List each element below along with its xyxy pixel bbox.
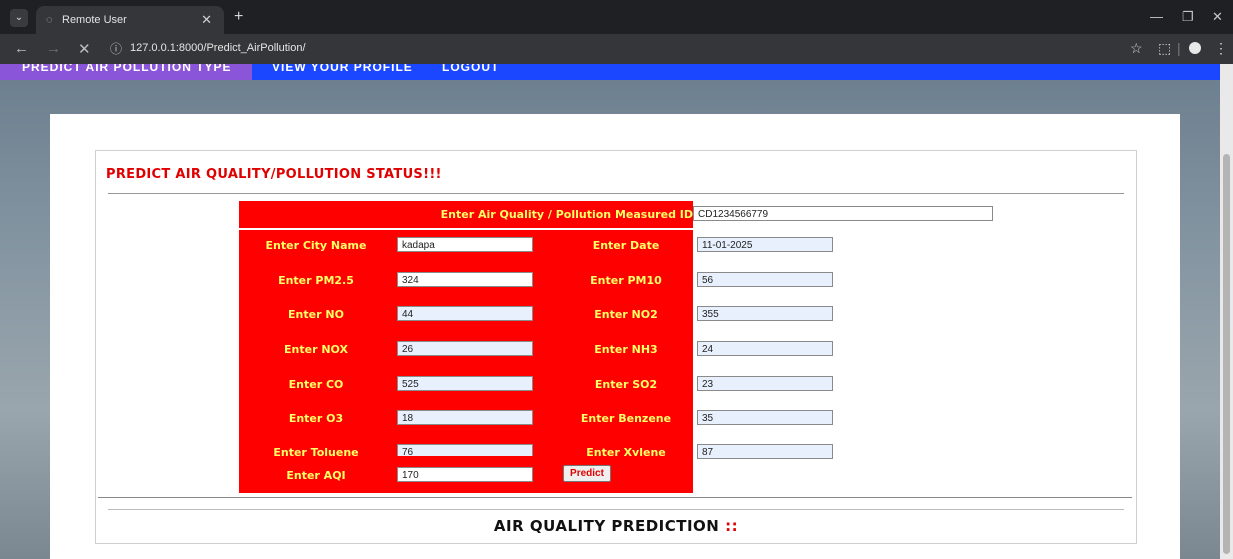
o3-input[interactable]: 18	[397, 410, 533, 425]
page-scrollbar[interactable]	[1220, 64, 1233, 559]
profile-avatar-icon[interactable]	[1189, 42, 1201, 54]
window-close-icon[interactable]: ✕	[1212, 9, 1223, 25]
bookmark-star-icon[interactable]: ☆	[1130, 40, 1143, 57]
nav-profile-link[interactable]: VIEW YOUR PROFILE	[272, 64, 413, 80]
aqi-input[interactable]: 170	[397, 467, 533, 482]
back-arrow-icon[interactable]: ←	[14, 40, 29, 57]
minimize-icon[interactable]: —	[1150, 9, 1163, 24]
predict-button[interactable]: Predict	[563, 465, 611, 482]
browser-tab-bar: ⌄ ◌ Remote User ✕ + — ❐ ✕	[0, 0, 1233, 34]
pm25-input[interactable]: 324	[397, 272, 533, 287]
page-title: PREDICT AIR QUALITY/POLLUTION STATUS!!!	[106, 167, 442, 182]
co-input[interactable]: 525	[397, 376, 533, 391]
no-label: Enter NO	[288, 308, 344, 321]
pm10-label: Enter PM10	[590, 274, 662, 287]
url-field[interactable]: ⓘ 127.0.0.1:8000/Predict_AirPollution/	[104, 38, 1128, 60]
browser-tab[interactable]: ◌ Remote User ✕	[36, 6, 224, 34]
scrollbar-thumb[interactable]	[1223, 154, 1230, 554]
prediction-result: AIR QUALITY PREDICTION ::	[96, 517, 1136, 535]
restore-icon[interactable]: ❐	[1182, 9, 1194, 25]
xylene-input[interactable]: 87	[697, 444, 833, 459]
tab-favicon-icon: ◌	[46, 14, 53, 26]
measured-id-input[interactable]: CD1234566779	[693, 206, 993, 221]
divider	[108, 193, 1124, 194]
site-info-icon[interactable]: ⓘ	[110, 40, 122, 57]
divider	[108, 509, 1124, 510]
nav-predict-link[interactable]: PREDICT AIR POLLUTION TYPE	[0, 64, 252, 80]
prediction-label: AIR QUALITY PREDICTION	[493, 517, 720, 535]
toolbar-divider: |	[1177, 40, 1181, 56]
nh3-input[interactable]: 24	[697, 341, 833, 356]
benzene-input[interactable]: 35	[697, 410, 833, 425]
nav-logout-link[interactable]: LOGOUT	[442, 64, 499, 80]
browser-address-bar: ← → ✕ ⓘ 127.0.0.1:8000/Predict_AirPollut…	[0, 34, 1233, 64]
so2-input[interactable]: 23	[697, 376, 833, 391]
site-nav-bar: PREDICT AIR POLLUTION TYPE VIEW YOUR PRO…	[0, 64, 1220, 80]
browser-menu-icon[interactable]: ⋮	[1214, 40, 1228, 57]
pm25-label: Enter PM2.5	[278, 274, 354, 287]
aqi-label: Enter AQI	[286, 469, 346, 482]
city-input[interactable]: kadapa	[397, 237, 533, 252]
prediction-value: ::	[725, 517, 739, 535]
page-viewport: PREDICT AIR POLLUTION TYPE VIEW YOUR PRO…	[0, 64, 1220, 559]
stop-loading-icon[interactable]: ✕	[78, 40, 91, 58]
form-container: PREDICT AIR QUALITY/POLLUTION STATUS!!! …	[95, 150, 1137, 544]
tab-close-icon[interactable]: ✕	[201, 12, 212, 28]
so2-label: Enter SO2	[594, 378, 658, 391]
divider	[98, 497, 1132, 498]
no2-input[interactable]: 355	[697, 306, 833, 321]
date-label: Enter Date	[592, 239, 660, 252]
benzene-label: Enter Benzene	[580, 412, 672, 425]
nox-label: Enter NOX	[284, 343, 348, 356]
content-panel: PREDICT AIR QUALITY/POLLUTION STATUS!!! …	[50, 114, 1180, 559]
date-input[interactable]: 11-01-2025	[697, 237, 833, 252]
new-tab-icon[interactable]: +	[234, 8, 243, 26]
nh3-label: Enter NH3	[594, 343, 658, 356]
no2-label: Enter NO2	[594, 308, 658, 321]
city-label: Enter City Name	[265, 239, 367, 252]
co-label: Enter CO	[288, 378, 344, 391]
no-input[interactable]: 44	[397, 306, 533, 321]
measured-id-label: Enter Air Quality / Pollution Measured I…	[440, 208, 693, 221]
pm10-input[interactable]: 56	[697, 272, 833, 287]
tab-title: Remote User	[62, 14, 127, 26]
forward-arrow-icon[interactable]: →	[46, 40, 61, 57]
url-text: 127.0.0.1:8000/Predict_AirPollution/	[130, 42, 306, 54]
tab-search-button[interactable]: ⌄	[10, 9, 28, 27]
extensions-icon[interactable]: ⬚	[1158, 40, 1171, 57]
nox-input[interactable]: 26	[397, 341, 533, 356]
o3-label: Enter O3	[288, 412, 344, 425]
